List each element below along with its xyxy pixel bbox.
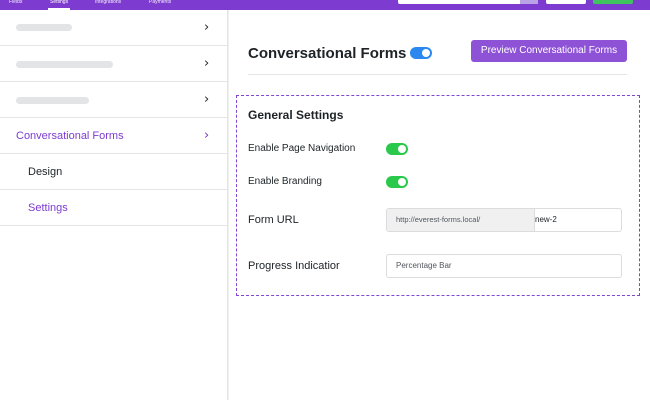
preview-conversational-forms-button[interactable]: Preview Conversational Forms xyxy=(471,40,627,62)
progress-indicator-label: Progress Indicatior xyxy=(248,260,340,272)
tab-payments[interactable]: Payments xyxy=(149,0,171,6)
sidebar-item-placeholder xyxy=(16,24,72,31)
toggle-knob xyxy=(398,178,406,186)
toggle-knob xyxy=(398,145,406,153)
form-url-slug-input[interactable] xyxy=(535,209,621,231)
branding-toggle[interactable] xyxy=(386,176,408,188)
save-button[interactable] xyxy=(593,0,633,4)
sidebar-subitem-label: Design xyxy=(28,166,63,178)
sidebar-item-placeholder xyxy=(16,97,89,104)
settings-sidebar: › › › Conversational Forms › Design Sett… xyxy=(0,10,228,400)
secondary-action-button[interactable] xyxy=(546,0,586,4)
form-url-label: Form URL xyxy=(248,214,299,226)
form-url-field: http://everest-forms.local/ xyxy=(386,208,622,232)
top-navigation-bar: Fields Settings Integrations Payments xyxy=(0,0,650,10)
page-navigation-label: Enable Page Navigation xyxy=(248,143,356,154)
tab-fields[interactable]: Fields xyxy=(9,0,22,6)
tab-settings[interactable]: Settings xyxy=(47,0,71,10)
shortcut-icon-button[interactable] xyxy=(520,0,538,4)
header-divider xyxy=(248,74,627,75)
chevron-right-icon: › xyxy=(204,56,210,71)
sidebar-subitem-label: Settings xyxy=(28,202,68,214)
page-title: Conversational Forms xyxy=(248,45,407,62)
sidebar-item-collapsed-1[interactable]: › xyxy=(0,10,228,46)
chevron-right-icon: › xyxy=(204,128,210,143)
search-input[interactable] xyxy=(398,0,538,4)
sidebar-item-collapsed-2[interactable]: › xyxy=(0,46,228,82)
sidebar-subitem-settings[interactable]: Settings xyxy=(0,190,228,226)
sidebar-item-placeholder xyxy=(16,61,113,68)
sidebar-subitem-design[interactable]: Design xyxy=(0,154,228,190)
sidebar-item-label: Conversational Forms xyxy=(16,130,124,142)
page-navigation-toggle[interactable] xyxy=(386,143,408,155)
conversational-forms-toggle[interactable] xyxy=(410,47,432,59)
chevron-right-icon: › xyxy=(204,92,210,107)
toggle-knob xyxy=(422,49,430,57)
section-title: General Settings xyxy=(248,108,344,122)
form-url-prefix: http://everest-forms.local/ xyxy=(387,209,535,231)
general-settings-section: General Settings Enable Page Navigation … xyxy=(236,95,640,296)
chevron-right-icon: › xyxy=(204,20,210,35)
sidebar-item-conversational-forms[interactable]: Conversational Forms › xyxy=(0,118,228,154)
main-content: Conversational Forms Preview Conversatio… xyxy=(229,10,650,400)
progress-indicator-select[interactable]: Percentage Bar xyxy=(386,254,622,278)
tab-integrations[interactable]: Integrations xyxy=(95,0,121,6)
branding-label: Enable Branding xyxy=(248,176,322,187)
sidebar-item-collapsed-3[interactable]: › xyxy=(0,82,228,118)
